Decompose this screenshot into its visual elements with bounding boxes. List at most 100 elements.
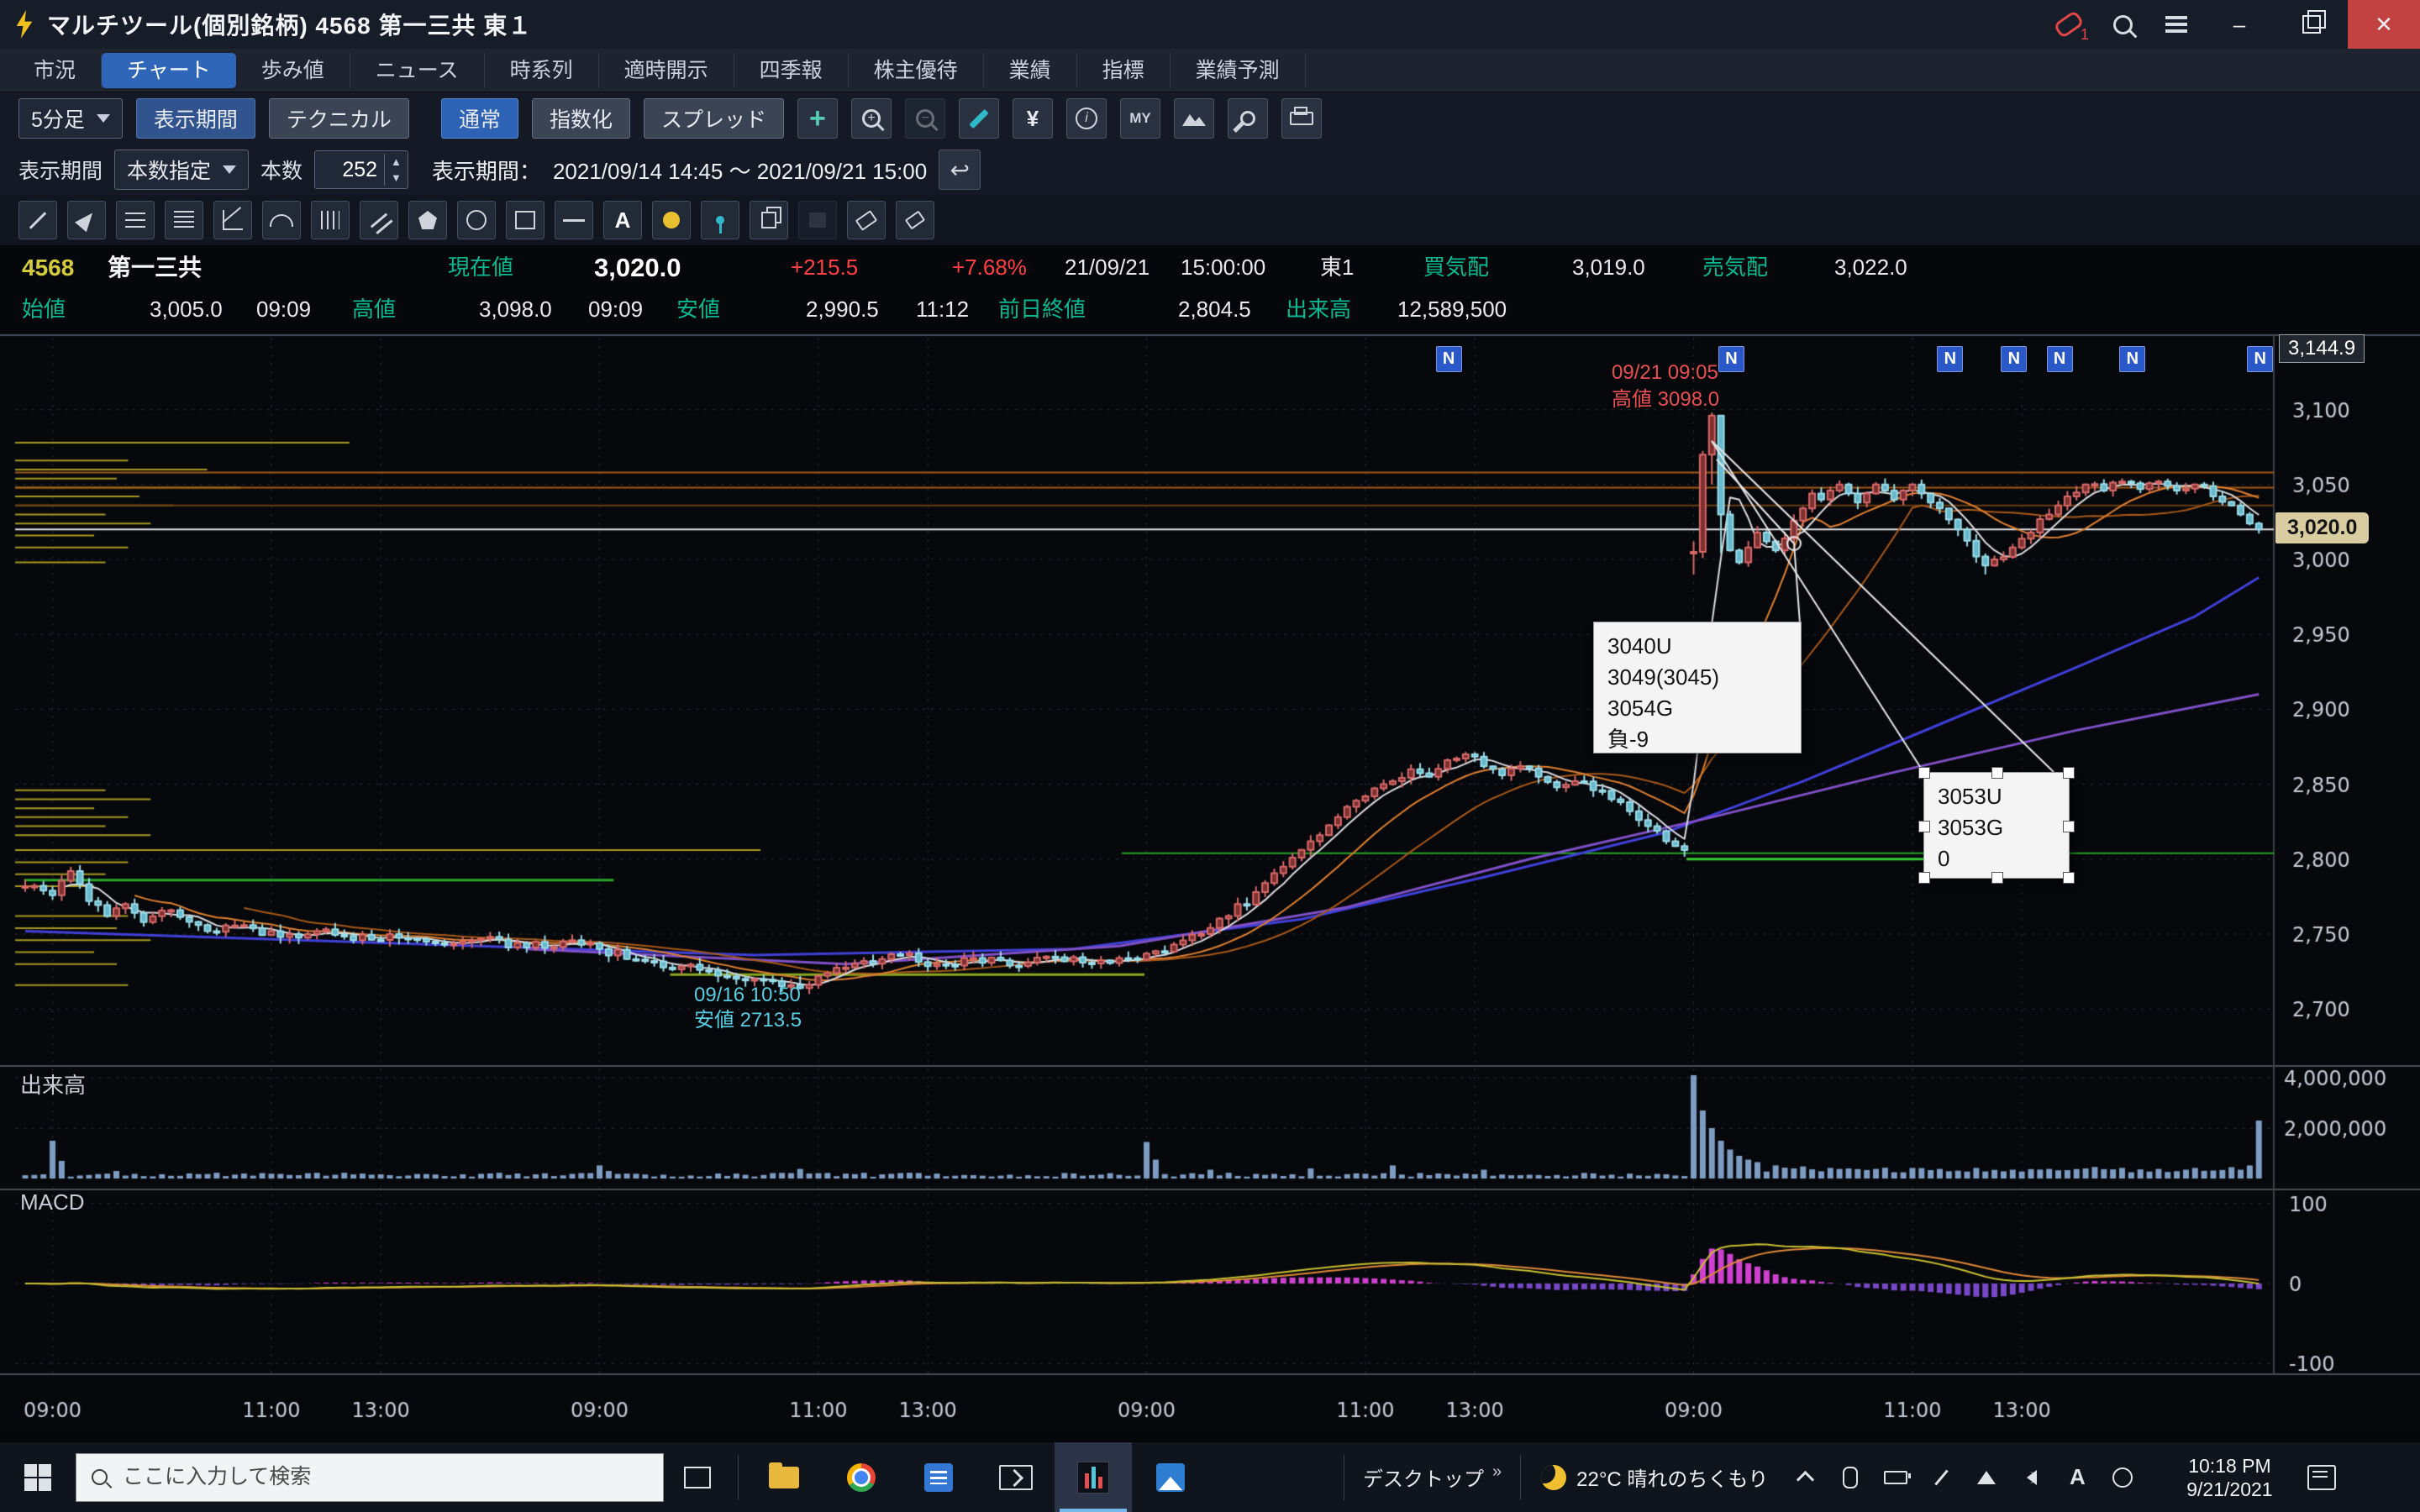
draw-pencil-button[interactable] <box>959 98 999 139</box>
count-mode-select[interactable]: 本数指定 <box>114 150 249 190</box>
minimize-button[interactable]: – <box>2203 0 2275 49</box>
taskbar-notes-app[interactable] <box>900 1442 977 1512</box>
tray-expand-button[interactable] <box>1791 1464 1818 1491</box>
news-marker[interactable]: N <box>1937 346 1963 372</box>
clear-all-tool-button[interactable] <box>896 201 934 239</box>
yen-button[interactable]: ¥ <box>1013 98 1053 139</box>
technical-button[interactable]: テクニカル <box>269 98 409 139</box>
copy-tool-button[interactable] <box>750 201 788 239</box>
tab-9[interactable]: 指標 <box>1077 53 1171 88</box>
crosshair-button[interactable]: + <box>797 98 838 139</box>
resize-handle[interactable] <box>2063 767 2075 779</box>
tab-7[interactable]: 株主優待 <box>849 53 984 88</box>
mode-normal-button[interactable]: 通常 <box>441 98 518 139</box>
channel-tool-button[interactable] <box>360 201 398 239</box>
settings-button[interactable] <box>1228 98 1268 139</box>
search-input[interactable] <box>121 1464 595 1490</box>
news-marker[interactable]: N <box>2001 346 2027 372</box>
tab-4[interactable]: 時系列 <box>485 53 599 88</box>
my-settings-button[interactable]: MY <box>1120 98 1160 139</box>
vlines-tool-button[interactable] <box>311 201 350 239</box>
link-button[interactable]: 1 <box>2042 0 2096 49</box>
tray-battery[interactable] <box>1882 1464 1909 1491</box>
resize-handle[interactable] <box>1918 767 1930 779</box>
tab-10[interactable]: 業績予測 <box>1171 53 1306 88</box>
tray-mouse[interactable] <box>1837 1464 1864 1491</box>
search-button[interactable] <box>2096 0 2149 49</box>
news-marker[interactable]: N <box>1718 346 1744 372</box>
resize-handle[interactable] <box>2063 872 2075 884</box>
news-marker[interactable]: N <box>1436 346 1462 372</box>
news-marker[interactable]: N <box>2047 346 2073 372</box>
zoom-in-button[interactable]: + <box>851 98 892 139</box>
resize-handle[interactable] <box>1918 821 1930 832</box>
ask-label: 売気配 <box>1702 245 1768 290</box>
info-button[interactable]: i <box>1066 98 1107 139</box>
menu-button[interactable] <box>2149 0 2203 49</box>
mode-index-button[interactable]: 指数化 <box>532 98 630 139</box>
text-tool-button[interactable]: A <box>603 201 642 239</box>
tray-pen[interactable] <box>1928 1464 1954 1491</box>
zoom-out-button[interactable]: − <box>905 98 945 139</box>
tray-globe[interactable] <box>2109 1464 2136 1491</box>
count-input[interactable] <box>315 157 384 183</box>
tab-0[interactable]: 市況 <box>8 53 102 88</box>
tab-1[interactable]: チャート <box>102 53 236 88</box>
tab-5[interactable]: 適時開示 <box>599 53 734 88</box>
chart-style-button[interactable] <box>1174 98 1214 139</box>
stamp-tool-button[interactable] <box>652 201 691 239</box>
taskbar-photos[interactable] <box>1132 1442 1209 1512</box>
hlines3-tool-button[interactable] <box>116 201 155 239</box>
restore-button[interactable] <box>2275 0 2348 49</box>
period-button[interactable]: 表示期間 <box>136 98 255 139</box>
pen-tool-button[interactable] <box>67 201 106 239</box>
start-button[interactable] <box>0 1442 76 1512</box>
taskbar-file-explorer[interactable] <box>745 1442 823 1512</box>
count-up-icon[interactable]: ▲ <box>385 154 408 170</box>
eraser-tool-button[interactable] <box>847 201 886 239</box>
mode-spread-button[interactable]: スプレッド <box>644 98 784 139</box>
resize-handle[interactable] <box>1991 767 2003 779</box>
close-button[interactable]: ✕ <box>2348 0 2420 49</box>
taskbar-clock[interactable]: 10:18 PM 9/21/2021 <box>2158 1454 2301 1501</box>
gann-tool-button[interactable] <box>213 201 252 239</box>
desktop-toolbar[interactable]: デスクトップ » <box>1351 1462 1513 1492</box>
hline-tool-button[interactable] <box>555 201 593 239</box>
arc-tool-button[interactable] <box>262 201 301 239</box>
tab-3[interactable]: ニュース <box>350 53 485 88</box>
count-down-icon[interactable]: ▼ <box>385 170 408 186</box>
apply-button[interactable]: ↩ <box>939 150 981 190</box>
rect-tool-button[interactable] <box>506 201 544 239</box>
resize-handle[interactable] <box>1991 872 2003 884</box>
circle-tool-button[interactable] <box>457 201 496 239</box>
print-button[interactable] <box>1281 98 1322 139</box>
tray-network[interactable] <box>1973 1464 2000 1491</box>
pencil-icon <box>969 108 988 128</box>
tray-volume[interactable] <box>2018 1464 2045 1491</box>
weather-text[interactable]: 22°C 晴れのちくもり <box>1576 1462 1768 1492</box>
selected-note[interactable]: 3053U 3053G 0 <box>1923 772 2070 879</box>
tab-2[interactable]: 歩み値 <box>236 53 350 88</box>
resize-handle[interactable] <box>2063 821 2075 832</box>
notification-center-button[interactable] <box>2307 1465 2336 1490</box>
tray-ime[interactable]: A <box>2064 1464 2091 1491</box>
task-view-button[interactable] <box>664 1442 731 1512</box>
app-logo-icon <box>13 10 35 39</box>
taskbar-search[interactable] <box>76 1453 664 1502</box>
news-marker[interactable]: N <box>2247 346 2273 372</box>
price-chart-canvas[interactable] <box>0 333 2420 1432</box>
tab-8[interactable]: 業績 <box>984 53 1077 88</box>
taskbar-chrome[interactable] <box>823 1442 900 1512</box>
news-marker[interactable]: N <box>2119 346 2145 372</box>
resize-handle[interactable] <box>1918 872 1930 884</box>
pin-tool-button[interactable] <box>701 201 739 239</box>
region-tool-button[interactable] <box>798 201 837 239</box>
timeframe-select[interactable]: 5分足 <box>18 98 123 139</box>
polygon-tool-button[interactable] <box>408 201 447 239</box>
trendline-tool-button[interactable] <box>18 201 57 239</box>
taskbar-trading-app[interactable] <box>1055 1442 1132 1512</box>
taskbar-remote-app[interactable] <box>977 1442 1055 1512</box>
count-stepper[interactable]: ▲▼ <box>314 150 408 189</box>
tab-6[interactable]: 四季報 <box>734 53 849 88</box>
hlines4-tool-button[interactable] <box>165 201 203 239</box>
